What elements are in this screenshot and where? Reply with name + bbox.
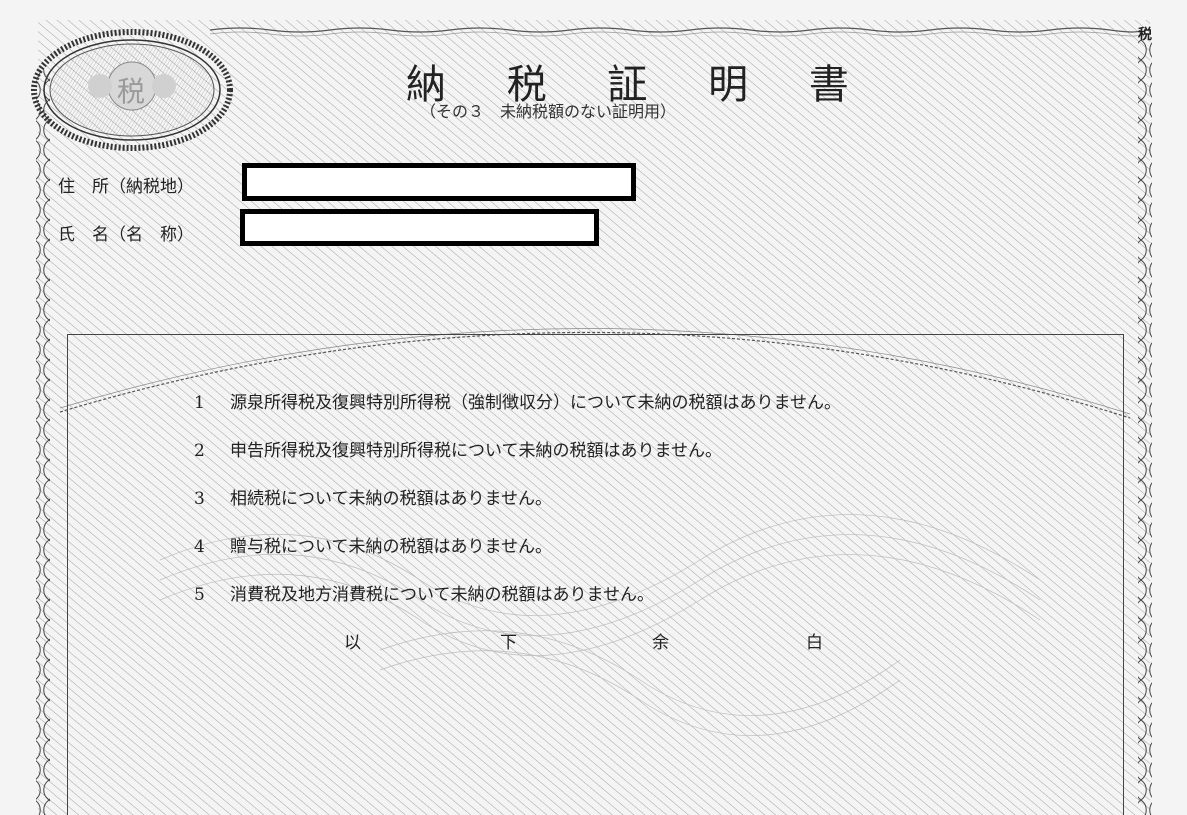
address-label: 住 所（納税地） [58,177,194,197]
item-number: 4 [194,537,205,557]
certificate-item-5: 5 消費税及地方消費税について未納の税額はありません。 [194,580,654,605]
item-text: 贈与税について未納の税額はありません。 [230,537,552,557]
closing-char-1: 以 [344,633,361,653]
seal-glyph: 税 [117,75,146,108]
closing-char-3: 余 [652,633,669,653]
item-text: 源泉所得税及復興特別所得税（強制徴収分）について未納の税額はありません。 [230,393,841,413]
corner-tax-mark: 税 [1138,27,1152,43]
certificate-item-3: 3 相続税について未納の税額はありません。 [194,484,552,509]
certificate-item-4: 4 贈与税について未納の税額はありません。 [194,532,552,557]
item-number: 2 [194,441,205,461]
item-number: 3 [194,489,205,509]
item-text: 申告所得税及復興特別所得税について未納の税額はありません。 [230,441,722,461]
document-subtitle: （その３ 未納税額のない証明用） [420,102,677,121]
name-redaction [240,209,599,246]
certificate-item-2: 2 申告所得税及復興特別所得税について未納の税額はありません。 [194,436,722,461]
item-text: 相続税について未納の税額はありません。 [230,489,552,509]
address-redaction [242,163,636,201]
closing-char-2: 下 [500,633,517,653]
item-number: 5 [194,585,205,605]
name-label: 氏 名（名 称） [58,225,194,245]
item-text: 消費税及地方消費税について未納の税額はありません。 [230,585,654,605]
certificate-item-1: 1 源泉所得税及復興特別所得税（強制徴収分）について未納の税額はありません。 [194,388,841,413]
item-number: 1 [194,393,205,413]
closing-char-4: 白 [806,633,823,653]
certificate-page: 税 税 納 税 証 明 書 （その３ 未納税額のない証明用） 住 所（納税地） … [0,0,1187,815]
